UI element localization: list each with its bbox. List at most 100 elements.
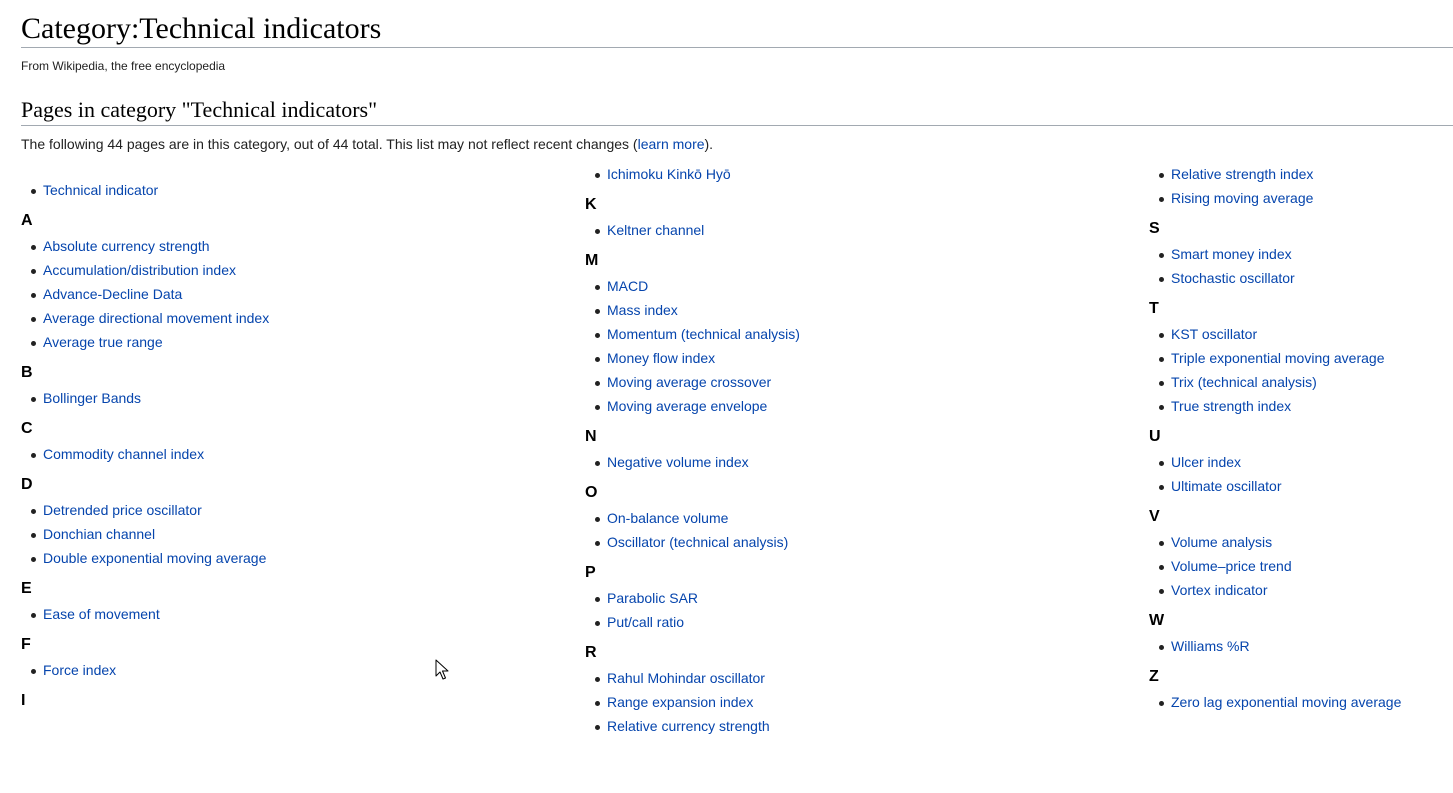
letter-group-s: S Smart money index Stochastic oscillato…	[1149, 210, 1449, 290]
letter-heading: C	[21, 420, 33, 437]
category-page-link[interactable]: Keltner channel	[607, 222, 704, 238]
category-page-link[interactable]: Advance-Decline Data	[43, 286, 182, 302]
category-page-link[interactable]: Put/call ratio	[607, 614, 684, 630]
letter-item-list: Negative volume index	[585, 450, 1145, 474]
letter-heading: F	[21, 636, 31, 653]
category-page-link[interactable]: Money flow index	[607, 350, 715, 366]
list-item: Put/call ratio	[585, 610, 1145, 634]
category-page-link[interactable]: KST oscillator	[1171, 326, 1257, 342]
category-page-link[interactable]: Volume–price trend	[1171, 558, 1292, 574]
letter-group-z: Z Zero lag exponential moving average	[1149, 658, 1449, 714]
category-page-link[interactable]: MACD	[607, 278, 648, 294]
category-page-link[interactable]: Negative volume index	[607, 454, 749, 470]
letter-group-t: T KST oscillator Triple exponential movi…	[1149, 290, 1449, 418]
category-page-link[interactable]: Ulcer index	[1171, 454, 1241, 470]
category-page-link[interactable]: Oscillator (technical analysis)	[607, 534, 788, 550]
category-page-link[interactable]: Zero lag exponential moving average	[1171, 694, 1401, 710]
list-item: Rahul Mohindar oscillator	[585, 666, 1145, 690]
category-page-link[interactable]: On-balance volume	[607, 510, 728, 526]
list-item: Vortex indicator	[1149, 578, 1449, 602]
list-item: Commodity channel index	[21, 442, 581, 466]
category-page-link[interactable]: Average directional movement index	[43, 310, 269, 326]
category-page-link[interactable]: Stochastic oscillator	[1171, 270, 1295, 286]
list-item: Double exponential moving average	[21, 546, 581, 570]
list-item: Relative currency strength	[585, 714, 1145, 738]
letter-group-e: E Ease of movement	[21, 570, 581, 626]
category-page-link[interactable]: Smart money index	[1171, 246, 1292, 262]
category-page-link[interactable]: Rising moving average	[1171, 190, 1313, 206]
letter-heading: V	[1149, 508, 1160, 525]
list-item: Williams %R	[1149, 634, 1449, 658]
category-page-link[interactable]: Ultimate oscillator	[1171, 478, 1281, 494]
category-page-link[interactable]: Mass index	[607, 302, 678, 318]
letter-item-list: Detrended price oscillator Donchian chan…	[21, 498, 581, 570]
top-item-list: Relative strength index Rising moving av…	[1149, 162, 1449, 210]
letter-heading: T	[1149, 300, 1159, 317]
category-page-link[interactable]: Parabolic SAR	[607, 590, 698, 606]
list-item: Negative volume index	[585, 450, 1145, 474]
section-divider	[21, 125, 1453, 126]
letter-item-list: Bollinger Bands	[21, 386, 581, 410]
category-page-link[interactable]: Commodity channel index	[43, 446, 204, 462]
summary-text-end: ).	[704, 136, 714, 152]
category-page-link[interactable]: Relative strength index	[1171, 166, 1313, 182]
list-item: On-balance volume	[585, 506, 1145, 530]
letter-heading: U	[1149, 428, 1161, 445]
mouse-pointer-icon	[435, 659, 449, 680]
category-page-link[interactable]: Rahul Mohindar oscillator	[607, 670, 765, 686]
category-page-link[interactable]: Williams %R	[1171, 638, 1250, 654]
category-page-link[interactable]: Average true range	[43, 334, 163, 350]
category-page-link[interactable]: Momentum (technical analysis)	[607, 326, 800, 342]
letter-item-list: Absolute currency strength Accumulation/…	[21, 234, 581, 354]
category-summary: The following 44 pages are in this categ…	[21, 135, 713, 153]
top-item-list: Ichimoku Kinkō Hyō	[585, 162, 1145, 186]
letter-item-list: Ulcer index Ultimate oscillator	[1149, 450, 1449, 498]
list-item: Stochastic oscillator	[1149, 266, 1449, 290]
category-page-link[interactable]: Relative currency strength	[607, 718, 770, 734]
list-item: MACD	[585, 274, 1145, 298]
list-item: Average true range	[21, 330, 581, 354]
list-item: Average directional movement index	[21, 306, 581, 330]
list-item: Ulcer index	[1149, 450, 1449, 474]
letter-group-b: B Bollinger Bands	[21, 354, 581, 410]
category-page-link[interactable]: Ease of movement	[43, 606, 160, 622]
category-page-link[interactable]: Vortex indicator	[1171, 582, 1268, 598]
category-page-link[interactable]: Bollinger Bands	[43, 390, 141, 406]
letter-heading: W	[1149, 612, 1165, 629]
category-page-link[interactable]: Donchian channel	[43, 526, 155, 542]
letter-group-m: M MACD Mass index Momentum (technical an…	[585, 242, 1145, 418]
category-page-link[interactable]: True strength index	[1171, 398, 1291, 414]
list-item: Ichimoku Kinkō Hyō	[585, 162, 1145, 186]
list-item: Keltner channel	[585, 218, 1145, 242]
letter-item-list: Ease of movement	[21, 602, 581, 626]
letter-heading: P	[585, 564, 596, 581]
list-item: Absolute currency strength	[21, 234, 581, 258]
list-item: Detrended price oscillator	[21, 498, 581, 522]
letter-group-n: N Negative volume index	[585, 418, 1145, 474]
category-page-link[interactable]: Triple exponential moving average	[1171, 350, 1385, 366]
category-page-link[interactable]: Force index	[43, 662, 116, 678]
letter-heading: I	[21, 692, 26, 709]
category-page-link[interactable]: Trix (technical analysis)	[1171, 374, 1317, 390]
letter-group-c: C Commodity channel index	[21, 410, 581, 466]
learn-more-link[interactable]: learn more	[638, 136, 705, 152]
letter-heading: R	[585, 644, 597, 661]
list-item: Advance-Decline Data	[21, 282, 581, 306]
letter-group-v: V Volume analysis Volume–price trend Vor…	[1149, 498, 1449, 602]
category-page-link[interactable]: Detrended price oscillator	[43, 502, 202, 518]
list-item: Relative strength index	[1149, 162, 1449, 186]
category-page-link[interactable]: Accumulation/distribution index	[43, 262, 236, 278]
list-item: Force index	[21, 658, 581, 682]
category-page-link[interactable]: Absolute currency strength	[43, 238, 210, 254]
category-page-link[interactable]: Range expansion index	[607, 694, 753, 710]
letter-heading: Z	[1149, 668, 1159, 685]
page-title: Category:Technical indicators	[21, 12, 382, 45]
category-page-link[interactable]: Volume analysis	[1171, 534, 1272, 550]
category-page-link[interactable]: Double exponential moving average	[43, 550, 266, 566]
list-item: Moving average envelope	[585, 394, 1145, 418]
category-page-link[interactable]: Moving average envelope	[607, 398, 767, 414]
list-item: Rising moving average	[1149, 186, 1449, 210]
category-page-link[interactable]: Ichimoku Kinkō Hyō	[607, 166, 731, 182]
category-page-link[interactable]: Technical indicator	[43, 182, 158, 198]
category-page-link[interactable]: Moving average crossover	[607, 374, 771, 390]
